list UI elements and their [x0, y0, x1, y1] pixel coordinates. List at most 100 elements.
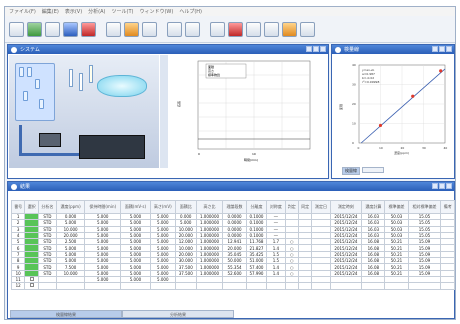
data-point — [411, 94, 415, 98]
minimize-button[interactable] — [432, 46, 438, 52]
column-header[interactable]: 標準偏差 — [384, 200, 409, 214]
results-tab-bar: 検量線結果 分析結果 — [10, 310, 234, 318]
brush-icon[interactable] — [185, 21, 200, 37]
bottle — [23, 91, 28, 101]
bar-chart-icon[interactable] — [81, 21, 96, 37]
menu-window[interactable]: ウィンドウ(W) — [139, 8, 173, 15]
search-icon[interactable] — [167, 21, 182, 37]
gray-tool-icon[interactable] — [45, 21, 60, 37]
results-window: 結果 番号 選択 分析名 濃度(ppm) 保持時間(min) 面積(mV·s) 高さ(mV)… — [7, 181, 455, 319]
column-header[interactable]: 高さ比 — [195, 200, 224, 214]
column-header[interactable]: 備考 — [440, 200, 455, 214]
table-cell — [120, 282, 151, 290]
column-header[interactable]: 濃度(ppm) — [56, 200, 86, 214]
close-button[interactable] — [446, 46, 452, 52]
table-cell — [84, 282, 122, 290]
table-cell: 1.000000 — [195, 250, 224, 259]
menu-tools[interactable]: ツール(T) — [112, 8, 134, 15]
document-icon[interactable] — [210, 21, 225, 37]
column-header[interactable]: 保持時間(min) — [84, 200, 122, 214]
menu-view[interactable]: 表示(V) — [65, 8, 82, 15]
maximize-button[interactable] — [313, 46, 319, 52]
open-folder-icon[interactable] — [124, 21, 139, 37]
menu-edit[interactable]: 編集(E) — [42, 8, 59, 15]
x-tick: 10 — [252, 152, 256, 156]
monitor-icon[interactable] — [264, 21, 279, 37]
toolbar — [5, 16, 455, 43]
close-button[interactable] — [446, 183, 452, 189]
tab-calibration[interactable]: 検量線 — [342, 167, 360, 175]
table-cell — [384, 282, 409, 290]
calibration-window-title: 検量線 — [332, 45, 454, 54]
minimize-button[interactable] — [306, 46, 312, 52]
column-header[interactable]: 高さ(mV) — [149, 200, 176, 214]
column-header[interactable]: 同定 — [297, 200, 313, 214]
x-axis-label: 時間(min) — [244, 157, 258, 162]
save-icon[interactable] — [142, 21, 157, 37]
pump-unit — [39, 133, 61, 147]
y-tick: 30 — [352, 83, 356, 87]
x-tick: 10 — [379, 146, 383, 150]
panel-splitter[interactable] — [160, 55, 168, 168]
data-point — [378, 123, 383, 128]
column-header[interactable]: 測定日 — [311, 200, 331, 214]
close-button[interactable] — [320, 46, 326, 52]
green-tool-icon[interactable] — [27, 21, 42, 37]
computer-icon[interactable] — [246, 21, 261, 37]
instrument-window: システム 面積 高さ 標準物質 応答 0 10 時間(min) — [7, 44, 329, 179]
y-tick: 0 — [352, 141, 354, 145]
column-header[interactable]: 理論段数 — [222, 200, 247, 214]
table-cell — [407, 282, 442, 290]
table-cell — [174, 282, 197, 290]
help-icon[interactable] — [300, 21, 315, 37]
minimize-button[interactable] — [432, 183, 438, 189]
tab-blank[interactable] — [362, 167, 384, 173]
column-header[interactable]: 相対標準偏差 — [407, 200, 442, 214]
column-header[interactable]: 面積(mV·s) — [120, 200, 151, 214]
new-window-icon[interactable] — [9, 21, 24, 37]
column-header[interactable]: 分析名 — [37, 200, 58, 214]
table-cell — [361, 282, 386, 290]
maximize-button[interactable] — [439, 183, 445, 189]
menu-help[interactable]: ヘルプ(H) — [179, 8, 202, 15]
tab-calibration-results[interactable]: 検量線結果 — [10, 310, 122, 318]
detector-unit — [79, 135, 145, 159]
table-cell — [284, 282, 299, 290]
column-header[interactable]: 測定時刻 — [329, 200, 363, 214]
menu-file[interactable]: ファイル(F) — [9, 8, 36, 15]
tab-analysis-results[interactable]: 分析結果 — [122, 310, 234, 318]
new-file-icon[interactable] — [106, 21, 121, 37]
column-header[interactable]: 分離度 — [245, 200, 268, 214]
table-cell: 1.000000 — [195, 257, 224, 265]
application-window: ファイル(F) 編集(E) 表示(V) 分析(A) ツール(T) ウィンドウ(W… — [4, 6, 456, 320]
y-tick: 40 — [352, 63, 356, 67]
column-header[interactable]: 面積比 — [174, 200, 197, 214]
table-cell: 30.000 — [174, 257, 197, 265]
table-cell: 2015/12/24 — [329, 250, 363, 259]
table-cell: 1.000000 — [195, 225, 224, 233]
table-cell: 10.000 — [174, 244, 197, 252]
menu-bar: ファイル(F) 編集(E) 表示(V) 分析(A) ツール(T) ウィンドウ(W… — [5, 7, 455, 16]
settings-icon[interactable] — [282, 21, 297, 37]
x-tick: 0 — [358, 146, 360, 150]
column-header[interactable]: 判定 — [284, 200, 299, 214]
table-cell: 37.500 — [174, 269, 197, 277]
column-header[interactable]: 番号 — [10, 200, 26, 214]
window-icon — [335, 46, 341, 53]
maximize-button[interactable] — [439, 46, 445, 52]
table-cell: 1.000000 — [195, 231, 224, 240]
x-axis-label: 濃度(ppm) — [394, 150, 409, 155]
column-header[interactable]: 濃度計算 — [361, 200, 386, 214]
column-tube — [89, 65, 93, 83]
row-select-checkbox[interactable] — [24, 282, 39, 290]
table-row[interactable]: 12 — [10, 282, 455, 290]
pie-chart-icon[interactable] — [63, 21, 78, 37]
table-cell: 1.000000 — [195, 269, 224, 277]
results-window-title: 結果 — [8, 182, 454, 191]
instrument-diagram — [9, 55, 159, 168]
column-header[interactable]: 選択 — [24, 200, 39, 214]
report-icon[interactable] — [228, 21, 243, 37]
menu-analysis[interactable]: 分析(A) — [88, 8, 105, 15]
table-cell: 10.000 — [174, 225, 197, 233]
column-header[interactable]: 対称度 — [266, 200, 286, 214]
